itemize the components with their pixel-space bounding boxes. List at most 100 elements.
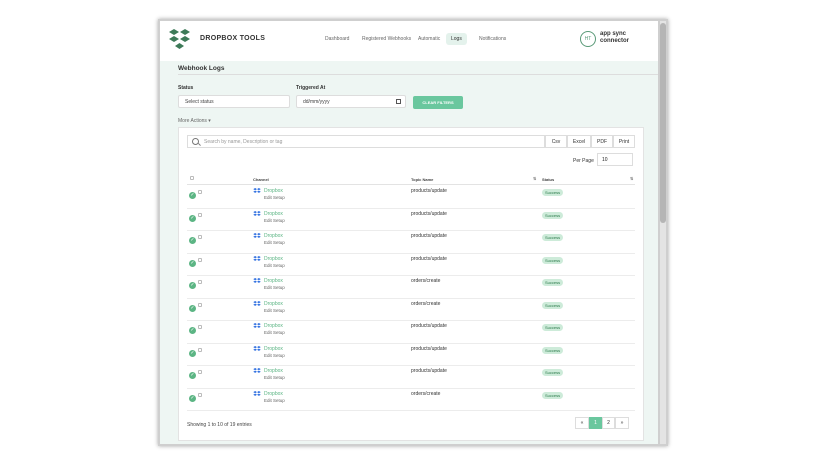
table-row: ✓ Dropbox Edit Setup products/update Success <box>187 185 635 209</box>
row-checkbox[interactable] <box>198 392 202 397</box>
dropbox-icon <box>253 300 261 306</box>
success-check-icon: ✓ <box>189 304 196 312</box>
table-row: ✓ Dropbox Edit Setup products/update Success <box>187 230 635 254</box>
table-header: Channel Topic Name ⇅ Status ⇅ <box>187 173 635 185</box>
edit-setup-link[interactable]: Edit Setup <box>264 330 285 335</box>
nav-notifications[interactable]: Notifications <box>474 33 511 45</box>
channel-link[interactable]: Dropbox <box>264 301 283 307</box>
dropbox-icon <box>253 255 261 261</box>
channel-link[interactable]: Dropbox <box>264 346 283 352</box>
topic-name: products/update <box>411 210 447 217</box>
nav-logs[interactable]: Logs <box>446 33 467 45</box>
account-name[interactable]: app sync connector <box>600 31 650 45</box>
channel-link[interactable]: Dropbox <box>264 323 283 329</box>
topic-name: products/update <box>411 255 447 262</box>
triggered-at-label: Triggered At <box>296 85 326 91</box>
success-check-icon: ✓ <box>189 282 196 289</box>
date-placeholder: dd/mm/yyyy <box>303 99 330 105</box>
search-placeholder: Search by name, Description or tag <box>204 139 283 145</box>
search-input[interactable]: Search by name, Description or tag <box>187 135 545 148</box>
edit-setup-link[interactable]: Edit Setup <box>264 308 285 313</box>
dropbox-icon <box>253 188 261 193</box>
browser-frame: DROPBOX TOOLS Dashboard Registered Webho… <box>158 19 668 446</box>
status-badge: Success <box>542 279 564 286</box>
status-badge: Success <box>542 324 564 331</box>
edit-setup-link[interactable]: Edit Setup <box>264 195 285 200</box>
dropbox-icon <box>253 345 261 351</box>
page-2-button[interactable]: 2 <box>602 417 615 429</box>
sort-icon[interactable]: ⇅ <box>533 176 536 181</box>
edit-setup-link[interactable]: Edit Setup <box>264 218 285 223</box>
edit-setup-link[interactable]: Edit Setup <box>264 375 285 380</box>
dropbox-icon <box>253 368 261 373</box>
table-row: ✓ Dropbox Edit Setup orders/create Success <box>187 298 635 321</box>
row-checkbox[interactable] <box>198 212 202 217</box>
table-row: ✓ Dropbox Edit Setup products/update Success <box>187 320 635 344</box>
row-checkbox[interactable] <box>198 280 202 284</box>
export-csv-button[interactable]: Csv <box>545 135 567 148</box>
more-actions-dropdown[interactable]: More Actions ▾ <box>178 118 211 124</box>
topic-name: products/update <box>411 323 447 329</box>
row-checkbox[interactable] <box>198 325 202 329</box>
nav-automatic[interactable]: Automatic <box>413 33 445 45</box>
col-status[interactable]: Status <box>542 177 554 182</box>
search-icon <box>192 138 199 145</box>
app-window: DROPBOX TOOLS Dashboard Registered Webho… <box>160 21 658 444</box>
export-pdf-button[interactable]: PDF <box>591 135 613 148</box>
nav-dashboard[interactable]: Dashboard <box>320 33 354 45</box>
row-checkbox[interactable] <box>198 190 202 194</box>
channel-link[interactable]: Dropbox <box>264 256 283 262</box>
edit-setup-link[interactable]: Edit Setup <box>264 353 285 358</box>
status-badge: Success <box>542 391 564 399</box>
brand-name: DROPBOX TOOLS <box>200 35 266 42</box>
page-prev-button[interactable]: « <box>575 417 589 429</box>
topic-name: orders/create <box>411 278 441 284</box>
channel-link[interactable]: Dropbox <box>264 278 283 284</box>
channel-link[interactable]: Dropbox <box>264 211 283 217</box>
edit-setup-link[interactable]: Edit Setup <box>264 398 285 403</box>
table-row: ✓ Dropbox Edit Setup orders/create Success <box>187 388 635 411</box>
success-check-icon: ✓ <box>189 192 196 199</box>
table-row: ✓ Dropbox Edit Setup orders/create Success <box>187 275 635 299</box>
edit-setup-link[interactable]: Edit Setup <box>264 240 285 245</box>
calendar-icon[interactable] <box>396 99 401 104</box>
channel-link[interactable]: Dropbox <box>264 188 283 194</box>
status-select[interactable]: Select status <box>178 95 290 108</box>
row-checkbox[interactable] <box>198 257 202 262</box>
success-check-icon: ✓ <box>189 372 196 379</box>
page-next-button[interactable]: » <box>615 417 629 429</box>
table-row: ✓ Dropbox Edit Setup products/update Success <box>187 208 635 231</box>
col-channel[interactable]: Channel <box>253 177 269 182</box>
date-input[interactable]: dd/mm/yyyy <box>296 95 406 108</box>
status-badge: Success <box>542 211 564 219</box>
channel-link[interactable]: Dropbox <box>264 391 283 397</box>
edit-setup-link[interactable]: Edit Setup <box>264 263 285 268</box>
sort-icon[interactable]: ⇅ <box>630 176 633 181</box>
dropbox-icon <box>253 323 261 328</box>
success-check-icon: ✓ <box>189 259 196 267</box>
edit-setup-link[interactable]: Edit Setup <box>264 285 285 290</box>
avatar[interactable]: HT <box>580 31 596 47</box>
select-all-checkbox[interactable] <box>190 176 194 180</box>
row-checkbox[interactable] <box>198 235 202 239</box>
scrollbar-thumb[interactable] <box>660 23 666 223</box>
export-excel-button[interactable]: Excel <box>567 135 591 148</box>
row-checkbox[interactable] <box>198 370 202 374</box>
row-checkbox[interactable] <box>198 302 202 307</box>
print-button[interactable]: Print <box>613 135 635 148</box>
channel-link[interactable]: Dropbox <box>264 368 283 374</box>
per-page-select[interactable]: 10 <box>597 153 633 166</box>
dropbox-icon <box>253 210 261 216</box>
success-check-icon: ✓ <box>189 394 196 402</box>
col-topic[interactable]: Topic Name <box>411 177 433 182</box>
status-badge: Success <box>542 256 564 264</box>
clear-filters-button[interactable]: CLEAR FILTERS <box>413 96 463 109</box>
channel-link[interactable]: Dropbox <box>264 233 283 239</box>
nav-registered-webhooks[interactable]: Registered Webhooks <box>357 33 416 45</box>
status-filter-label: Status <box>178 85 194 91</box>
scrollbar[interactable] <box>660 21 666 444</box>
logs-table-card: Search by name, Description or tag Csv E… <box>178 127 644 441</box>
page-1-button[interactable]: 1 <box>589 417 602 429</box>
topic-name: products/update <box>411 368 447 374</box>
row-checkbox[interactable] <box>198 347 202 352</box>
